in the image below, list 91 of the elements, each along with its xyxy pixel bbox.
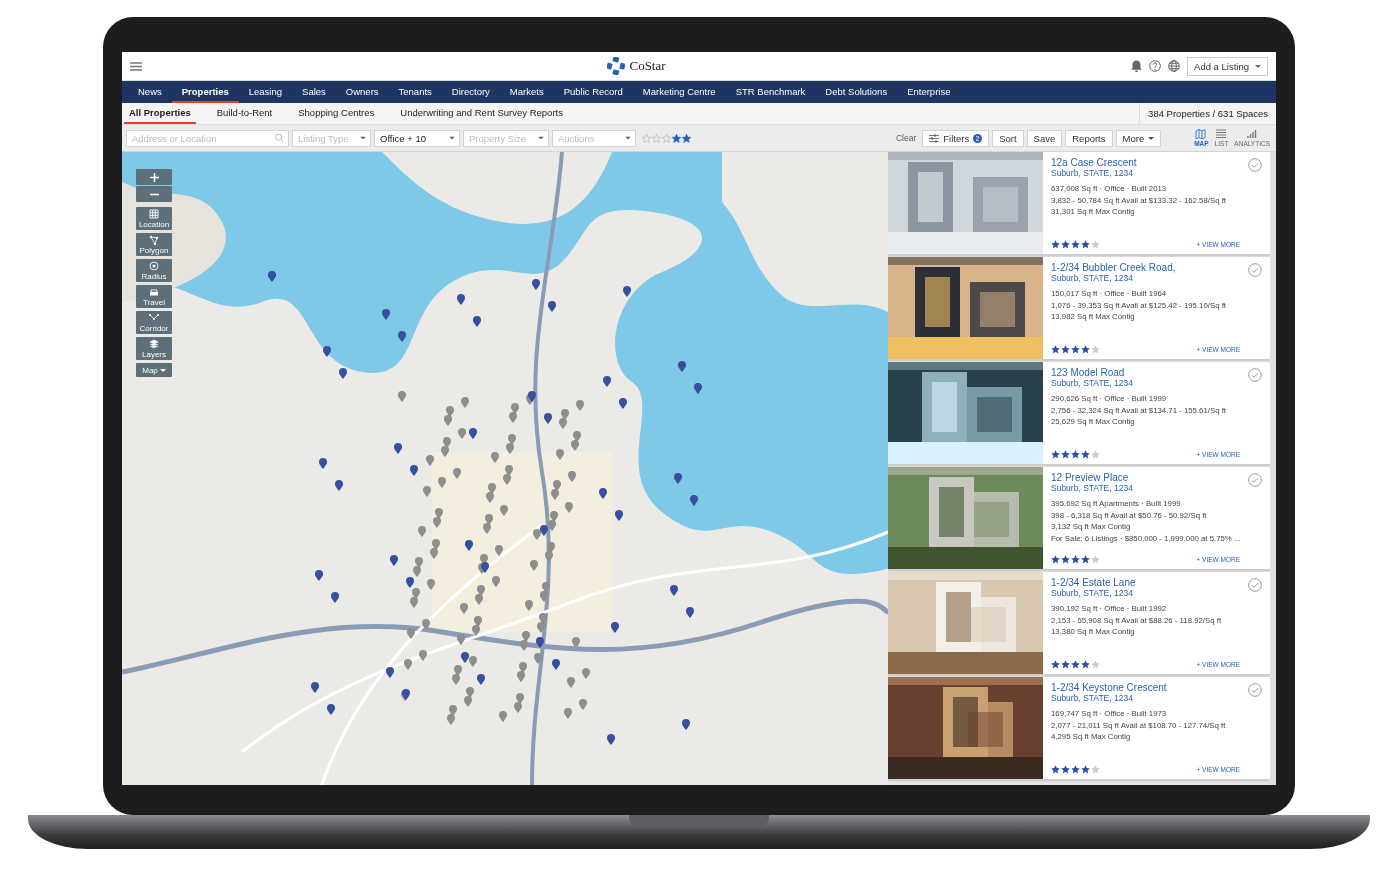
property-title[interactable]: 123 Model Road bbox=[1051, 367, 1262, 378]
caret-icon bbox=[1148, 136, 1155, 140]
star-icon bbox=[1081, 240, 1090, 249]
star-icon bbox=[1081, 450, 1090, 459]
caret-icon bbox=[360, 136, 366, 140]
nav-tab[interactable]: Owners bbox=[335, 81, 389, 103]
sub-tab[interactable]: Shopping Centres bbox=[293, 103, 380, 124]
nav-tab[interactable]: Public Record bbox=[553, 81, 633, 103]
logo-icon bbox=[607, 57, 626, 75]
star-icon bbox=[1071, 660, 1080, 669]
star-icon bbox=[1051, 765, 1060, 774]
help-icon[interactable] bbox=[1149, 60, 1162, 72]
star-icon[interactable] bbox=[672, 133, 681, 143]
property-size-field[interactable]: Property Size bbox=[463, 129, 549, 147]
address-field[interactable]: Address or Location bbox=[126, 129, 289, 147]
star-icon bbox=[1081, 660, 1090, 669]
check-circle-icon[interactable] bbox=[1248, 158, 1262, 172]
sub-tab[interactable]: Underwriting and Rent Survey Reports bbox=[395, 103, 568, 124]
listing-type-field[interactable]: Listing Type bbox=[292, 129, 371, 147]
star-icon bbox=[1071, 765, 1080, 774]
star-icon bbox=[1061, 765, 1070, 774]
toolbar-button[interactable]: Reports bbox=[1065, 129, 1113, 147]
star-icon bbox=[1081, 345, 1090, 354]
brand-name: CoStar bbox=[629, 58, 666, 74]
property-address: Suburb, STATE, 1234 bbox=[1051, 693, 1134, 703]
empty-star-icon[interactable] bbox=[662, 133, 671, 143]
star-icon bbox=[1061, 660, 1070, 669]
caret-icon bbox=[449, 136, 455, 140]
more-button[interactable]: More bbox=[1115, 129, 1162, 147]
property-type-field[interactable]: Office + 10 bbox=[374, 129, 460, 147]
list-icon bbox=[1215, 129, 1228, 139]
property-address: Suburb, STATE, 1234 bbox=[1051, 378, 1134, 388]
property-address: Suburb, STATE, 1234 bbox=[1051, 273, 1134, 283]
add-listing-button[interactable]: Add a Listing bbox=[1187, 56, 1268, 76]
toolbar-button[interactable]: Sort bbox=[992, 129, 1024, 147]
nav-tab[interactable]: STR Benchmark bbox=[725, 81, 816, 103]
caret-icon bbox=[538, 136, 544, 140]
star-icon bbox=[1071, 345, 1080, 354]
property-title[interactable]: 12 Preview Place bbox=[1051, 472, 1262, 483]
star-icon bbox=[1061, 240, 1070, 249]
property-title[interactable]: 1-2/34 Estate Lane bbox=[1051, 577, 1262, 588]
sub-tab[interactable]: Build-to-Rent bbox=[211, 103, 278, 124]
globe-icon[interactable] bbox=[1168, 60, 1181, 72]
nav-tab[interactable]: Sales bbox=[292, 81, 336, 103]
check-circle-icon[interactable] bbox=[1248, 578, 1262, 592]
star-icon bbox=[1071, 450, 1080, 459]
star-icon bbox=[1061, 555, 1070, 564]
property-title[interactable]: 12a Case Crescent bbox=[1051, 157, 1262, 168]
empty-star-icon[interactable] bbox=[652, 133, 661, 143]
property-title[interactable]: 1-2/34 Keystone Crescent bbox=[1051, 682, 1262, 693]
property-address: Suburb, STATE, 1234 bbox=[1051, 483, 1134, 493]
menu-icon[interactable] bbox=[130, 61, 142, 71]
result-count: 384 Properties / 631 Spaces bbox=[1139, 103, 1276, 124]
caret-icon bbox=[625, 136, 631, 140]
property-address: Suburb, STATE, 1234 bbox=[1051, 168, 1134, 178]
toolbar-button[interactable]: Save bbox=[1026, 129, 1063, 147]
nav-tab[interactable]: Debt Solutions bbox=[815, 81, 898, 103]
star-icon bbox=[1071, 555, 1080, 564]
empty-star-icon[interactable] bbox=[642, 133, 651, 143]
search-icon[interactable] bbox=[275, 133, 284, 143]
star-icon bbox=[1051, 450, 1060, 459]
nav-tab[interactable]: Enterprise bbox=[897, 81, 961, 103]
check-circle-icon[interactable] bbox=[1248, 263, 1262, 277]
caret-icon bbox=[1255, 64, 1261, 68]
property-address: Suburb, STATE, 1234 bbox=[1051, 588, 1134, 598]
star-icon bbox=[1081, 555, 1090, 564]
star-icon bbox=[1051, 555, 1060, 564]
bar-chart-icon bbox=[1246, 129, 1259, 139]
star-icon bbox=[1081, 765, 1090, 774]
star-icon bbox=[1061, 450, 1070, 459]
star-icon bbox=[1051, 660, 1060, 669]
nav-tab[interactable]: Leasing bbox=[238, 81, 293, 103]
nav-tab[interactable]: Directory bbox=[441, 81, 500, 103]
bell-icon[interactable] bbox=[1131, 60, 1143, 72]
check-circle-icon[interactable] bbox=[1248, 683, 1262, 697]
sliders-icon bbox=[929, 133, 940, 143]
nav-tab[interactable]: Tenants bbox=[388, 81, 442, 103]
star-icon bbox=[1061, 345, 1070, 354]
clear-link[interactable]: Clear bbox=[895, 133, 917, 143]
auctions-field[interactable]: Auctions bbox=[552, 129, 636, 147]
star-icon bbox=[1051, 240, 1060, 249]
map-icon bbox=[1195, 129, 1208, 139]
property-title[interactable]: 1-2/34 Bubbler Creek Road, bbox=[1051, 262, 1262, 273]
star-icon bbox=[1071, 240, 1080, 249]
nav-tab[interactable]: Markets bbox=[499, 81, 554, 103]
check-circle-icon[interactable] bbox=[1248, 368, 1262, 382]
star-icon[interactable] bbox=[682, 133, 691, 143]
check-circle-icon[interactable] bbox=[1248, 473, 1262, 487]
nav-tab[interactable]: News bbox=[128, 81, 172, 103]
star-icon bbox=[1051, 345, 1060, 354]
nav-tab[interactable]: Marketing Centre bbox=[632, 81, 726, 103]
